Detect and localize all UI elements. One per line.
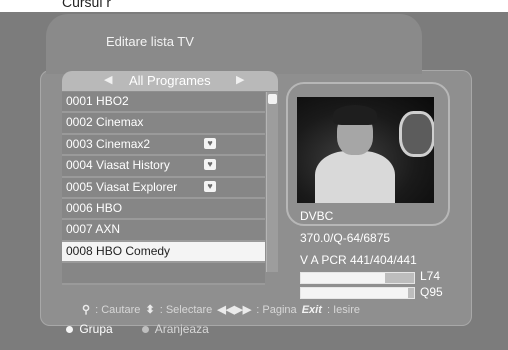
favorite-heart-icon: ♥ bbox=[204, 137, 216, 149]
channel-row[interactable]: 0002 Cinemax bbox=[62, 113, 265, 135]
channel-label: 0001 HBO2 bbox=[66, 94, 129, 108]
aranjeaza-option[interactable]: Aranjeaza bbox=[142, 322, 209, 336]
channel-row[interactable]: 0003 Cinemax2 ♥ bbox=[62, 134, 265, 157]
level-bar bbox=[300, 272, 415, 284]
channel-row[interactable]: 0008 HBO Comedy bbox=[62, 241, 265, 264]
hint-exit: : Iesire bbox=[326, 304, 360, 316]
channel-row[interactable]: 0001 HBO2 bbox=[62, 92, 265, 114]
channel-label: 0003 Cinemax2 bbox=[66, 136, 151, 151]
pid-info: V A PCR 441/404/441 bbox=[300, 253, 417, 267]
favorite-heart-icon: ♥ bbox=[204, 159, 216, 171]
exit-key: Exit bbox=[301, 304, 322, 316]
page-arrows-icon: ◀◀▶▶ bbox=[217, 304, 252, 316]
channel-row[interactable]: 0007 AXN bbox=[62, 220, 265, 242]
preview-portrait bbox=[399, 111, 434, 157]
signal-type: DVBC bbox=[300, 209, 334, 223]
frequency-info: 370.0/Q-64/6875 bbox=[300, 231, 391, 245]
caption-text: Cursul r bbox=[62, 0, 112, 10]
channel-list: 0001 HBO2 0002 Cinemax 0003 Cinemax2 ♥ 0004 … bbox=[62, 92, 265, 285]
quality-bar-fill bbox=[301, 288, 409, 298]
channel-label: 0006 HBO bbox=[66, 200, 123, 215]
channel-row[interactable]: 0004 Viasat History ♥ bbox=[62, 156, 265, 178]
scrollbar-thumb[interactable] bbox=[268, 94, 277, 104]
key-hints: ⚲ : Cautare ⬍ : Selectare ◀◀▶▶ : Pagina … bbox=[82, 303, 362, 316]
preview-video bbox=[297, 97, 434, 203]
grupa-option[interactable]: Grupa bbox=[66, 322, 116, 336]
channel-row[interactable]: 0006 HBO bbox=[62, 198, 265, 221]
bottom-options: Grupa Aranjeaza bbox=[66, 322, 209, 336]
grupa-label: Grupa bbox=[79, 322, 113, 336]
scrollbar[interactable] bbox=[266, 92, 278, 272]
arrow-left-icon[interactable]: ◀ bbox=[104, 73, 112, 86]
list-header[interactable]: ◀ All Programes ▶ bbox=[62, 71, 278, 91]
hint-page: : Pagina bbox=[256, 304, 297, 316]
preview-person-body bbox=[315, 151, 395, 203]
window-title: Editare lista TV bbox=[106, 34, 194, 49]
grupa-dot-icon bbox=[66, 326, 73, 334]
level-bar-fill bbox=[301, 273, 385, 283]
channel-row[interactable]: 0005 Viasat Explorer ♥ bbox=[62, 177, 265, 199]
channel-label: 0004 Viasat History bbox=[66, 158, 170, 173]
channel-label: 0007 AXN bbox=[66, 222, 121, 237]
title-tab bbox=[46, 14, 422, 74]
favorite-heart-icon: ♥ bbox=[204, 180, 216, 192]
aranjeaza-dot-icon bbox=[142, 326, 150, 334]
channel-label: 0005 Viasat Explorer bbox=[66, 179, 178, 194]
quality-value: Q95 bbox=[420, 285, 443, 299]
hint-search: : Cautare bbox=[95, 304, 141, 316]
channel-label: 0002 Cinemax bbox=[66, 115, 144, 130]
level-value: L74 bbox=[420, 269, 441, 283]
aranjeaza-label: Aranjeaza bbox=[154, 322, 209, 336]
channel-label: 0008 HBO Comedy bbox=[66, 243, 171, 258]
search-icon: ⚲ bbox=[82, 304, 91, 316]
quality-bar bbox=[300, 287, 415, 299]
arrow-right-icon[interactable]: ▶ bbox=[236, 73, 244, 86]
hint-select: : Selectare bbox=[159, 304, 213, 316]
list-header-label: All Programes bbox=[129, 73, 211, 88]
channel-row[interactable] bbox=[62, 263, 265, 285]
updown-icon: ⬍ bbox=[145, 304, 155, 316]
preview-person-hair bbox=[333, 105, 377, 125]
